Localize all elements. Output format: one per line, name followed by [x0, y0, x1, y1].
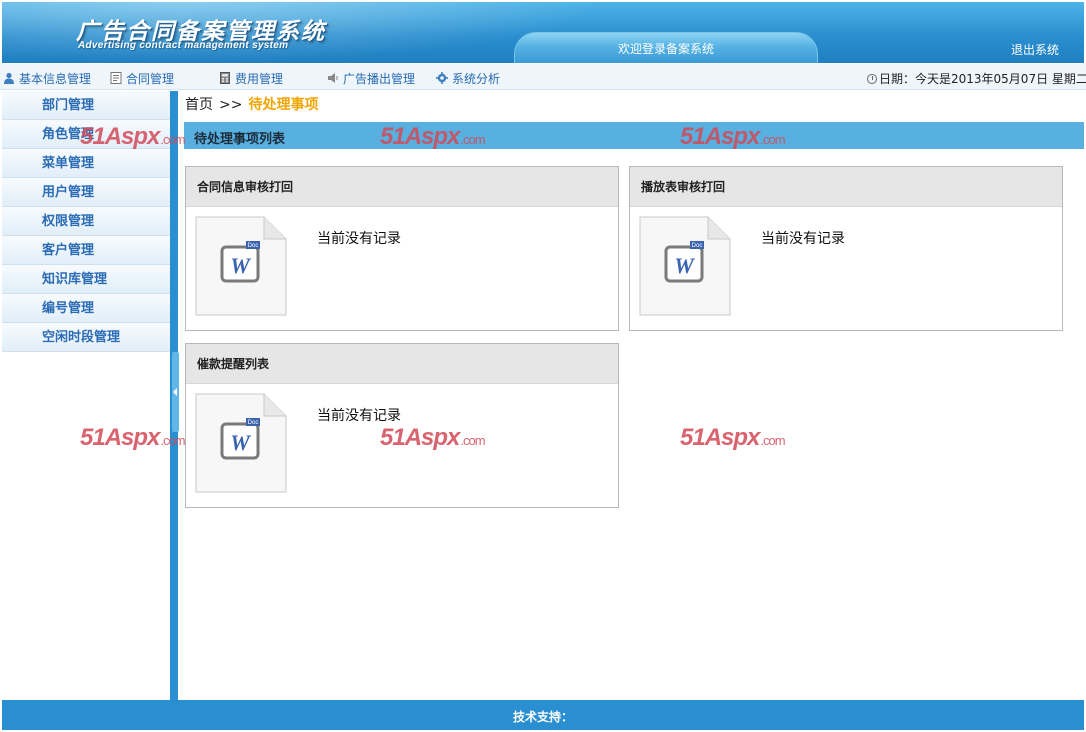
welcome-text: 欢迎登录备案系统 — [617, 42, 714, 56]
top-nav-bar: 基本信息管理 合同管理 费用管理 广告播出管理 系统分析 日期：今天是2013年… — [0, 64, 1086, 90]
svg-text:W: W — [230, 253, 251, 278]
list-title: 待处理事项列表 — [194, 132, 286, 147]
breadcrumb-current: 待处理事项 — [248, 97, 319, 113]
svg-text:Doc: Doc — [248, 420, 259, 426]
breadcrumb-home[interactable]: 首页 — [185, 97, 213, 113]
sidebar-item-permission[interactable]: 权限管理 — [2, 207, 170, 236]
welcome-tab: 欢迎登录备案系统 — [514, 32, 818, 63]
word-doc-icon: W Doc — [639, 216, 731, 316]
footer: 技术支持： — [2, 700, 1084, 730]
breadcrumb-separator: >> — [219, 97, 243, 113]
clock-icon — [867, 74, 877, 84]
panel-title: 合同信息审核打回 — [186, 167, 618, 207]
sidebar-item-idle-slots[interactable]: 空闲时段管理 — [2, 323, 170, 352]
sidebar-item-role[interactable]: 角色管理 — [2, 120, 170, 149]
user-icon — [4, 72, 14, 84]
svg-text:Doc: Doc — [248, 243, 259, 249]
sidebar: 部门管理 角色管理 菜单管理 用户管理 权限管理 客户管理 知识库管理 编号管理… — [2, 91, 170, 700]
word-doc-icon: W Doc — [195, 216, 287, 316]
panel-title: 播放表审核打回 — [630, 167, 1062, 207]
gear-icon — [436, 72, 448, 84]
svg-text:W: W — [674, 253, 695, 278]
document-icon — [110, 72, 122, 84]
date-text: 日期：今天是2013年05月07日 星期二 — [879, 72, 1086, 86]
word-doc-icon: W Doc — [195, 393, 287, 493]
app-header: 广告合同备案管理系统 Advertising contract manageme… — [2, 2, 1084, 63]
empty-state-text: 当前没有记录 — [317, 231, 401, 247]
panel-title: 催款提醒列表 — [186, 344, 618, 384]
nav-item-label: 费用管理 — [235, 72, 284, 86]
panel-contract-rejected: 合同信息审核打回 W Doc 当前没有记录 — [185, 166, 619, 331]
panel-payment-reminder: 催款提醒列表 W Doc 当前没有记录 — [185, 343, 619, 508]
nav-item-ad-broadcast[interactable]: 广告播出管理 — [327, 70, 415, 87]
sidebar-item-menu[interactable]: 菜单管理 — [2, 149, 170, 178]
panel-schedule-rejected: 播放表审核打回 W Doc 当前没有记录 — [629, 166, 1063, 331]
nav-item-basic-info[interactable]: 基本信息管理 — [3, 70, 91, 87]
sidebar-item-customer[interactable]: 客户管理 — [2, 236, 170, 265]
logout-link[interactable]: 退出系统 — [1011, 41, 1059, 58]
calculator-icon — [220, 72, 230, 84]
app-subtitle: Advertising contract management system — [78, 40, 289, 51]
list-title-bar: 待处理事项列表 — [184, 122, 1084, 149]
svg-text:W: W — [230, 430, 251, 455]
nav-item-contract[interactable]: 合同管理 — [110, 70, 174, 87]
empty-state-text: 当前没有记录 — [761, 231, 845, 247]
sidebar-item-user[interactable]: 用户管理 — [2, 178, 170, 207]
date-display: 日期：今天是2013年05月07日 星期二 — [867, 70, 1086, 87]
nav-item-label: 广告播出管理 — [343, 72, 416, 86]
nav-item-label: 系统分析 — [452, 72, 501, 86]
breadcrumb: 首页 >> 待处理事项 — [185, 94, 318, 114]
sidebar-item-knowledge-base[interactable]: 知识库管理 — [2, 265, 170, 294]
footer-text: 技术支持： — [512, 710, 573, 724]
nav-item-label: 合同管理 — [126, 72, 175, 86]
nav-item-cost[interactable]: 费用管理 — [219, 70, 283, 87]
sidebar-collapse-toggle[interactable] — [172, 352, 179, 432]
svg-text:Doc: Doc — [692, 243, 703, 249]
watermark: 51Aspx.com — [680, 424, 786, 451]
sidebar-item-numbering[interactable]: 编号管理 — [2, 294, 170, 323]
sidebar-item-department[interactable]: 部门管理 — [2, 91, 170, 120]
nav-item-system-analysis[interactable]: 系统分析 — [436, 70, 500, 87]
nav-item-label: 基本信息管理 — [19, 72, 92, 86]
speaker-icon — [328, 73, 338, 83]
empty-state-text: 当前没有记录 — [317, 408, 401, 424]
